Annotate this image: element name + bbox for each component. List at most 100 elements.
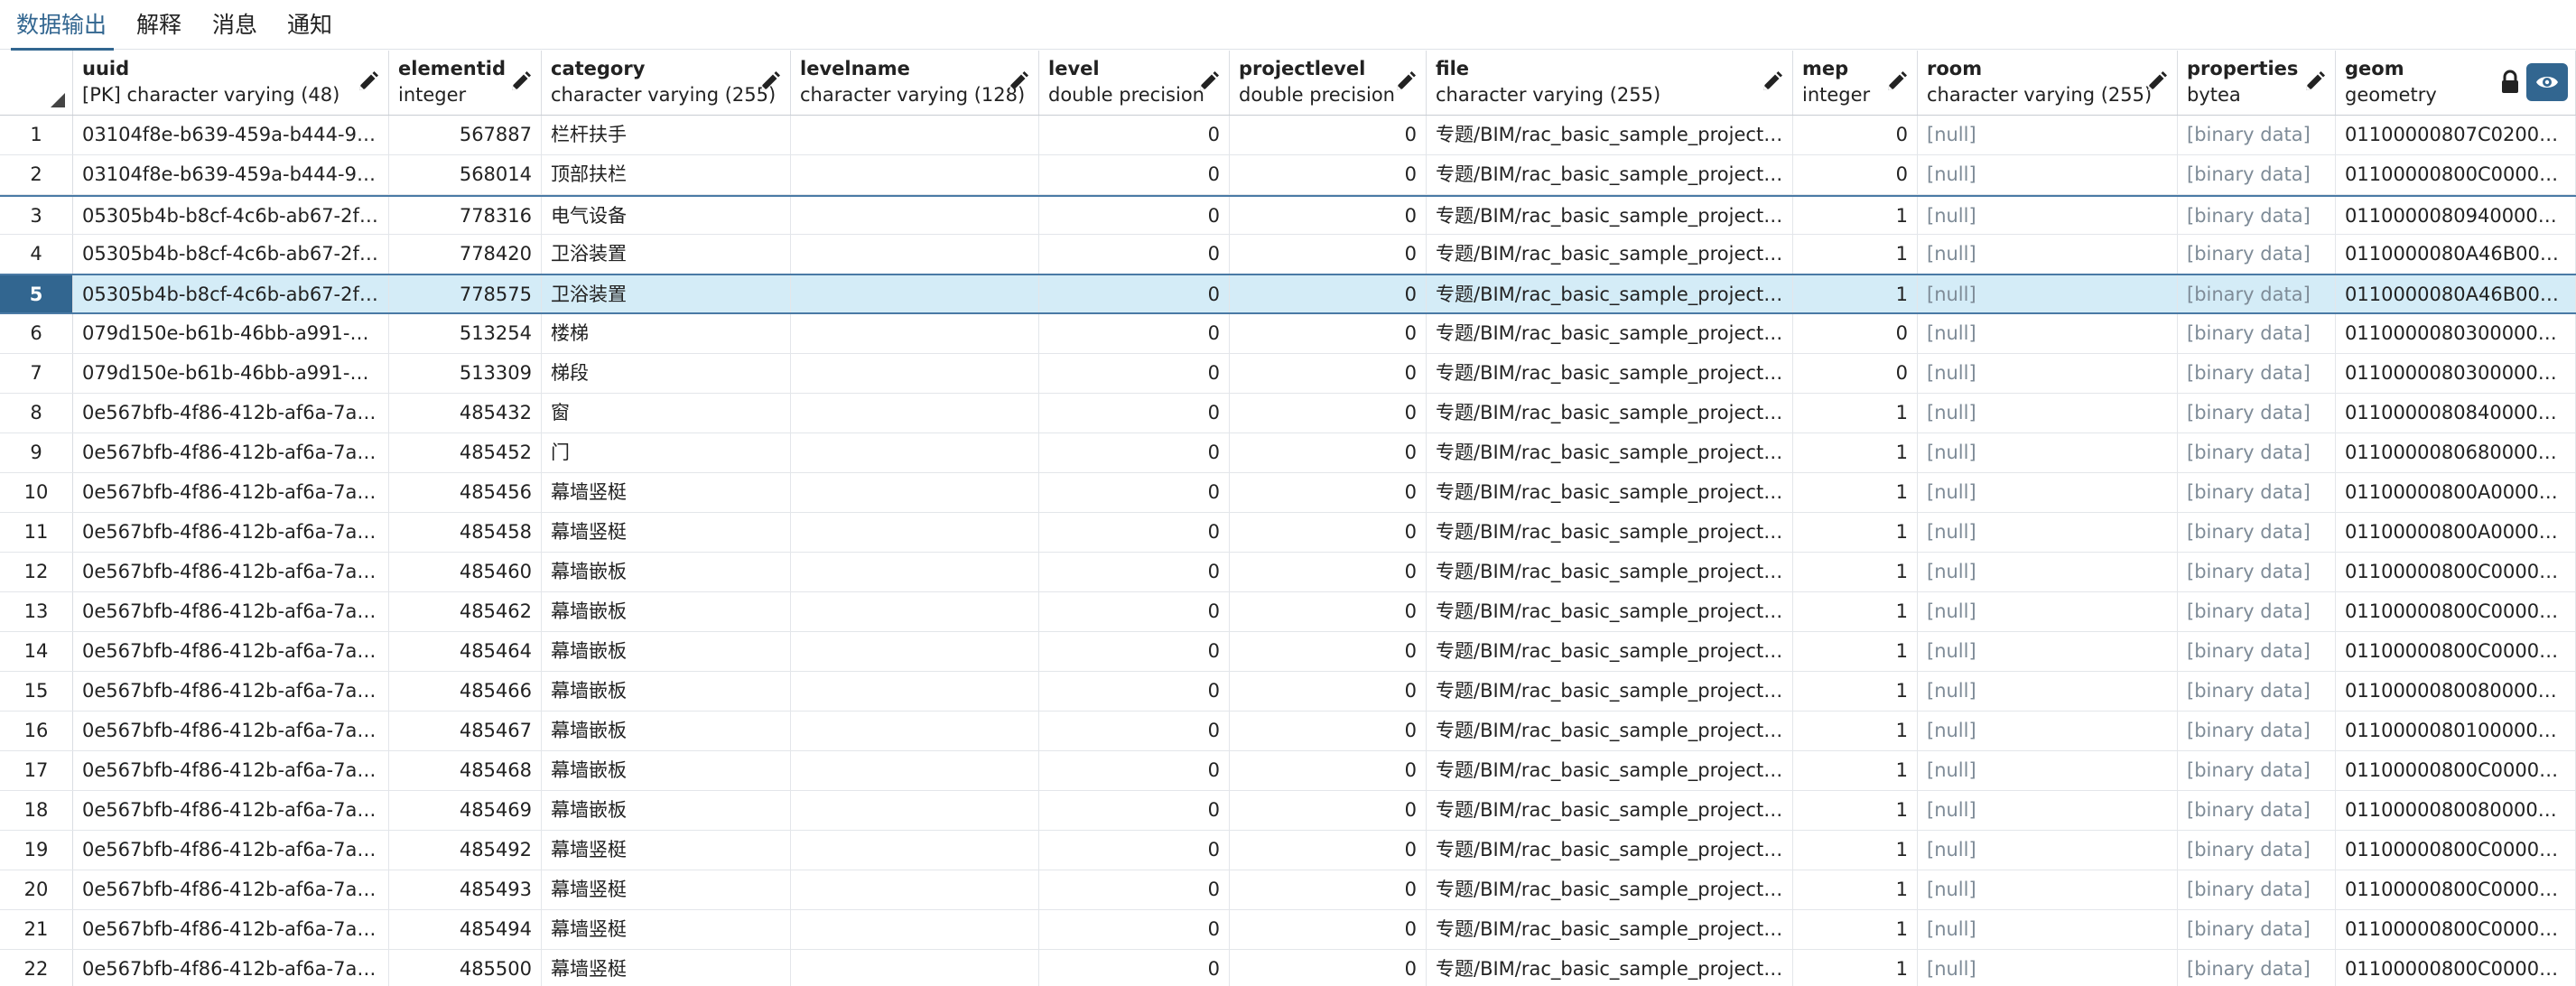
row-number[interactable]: 7 bbox=[0, 354, 73, 393]
column-header-level[interactable]: level double precision bbox=[1039, 51, 1230, 115]
row-number[interactable]: 17 bbox=[0, 751, 73, 790]
cell-geom[interactable]: 0110000080300000001… bbox=[2336, 354, 2576, 393]
cell-level[interactable]: 0 bbox=[1039, 354, 1230, 393]
table-row[interactable]: 14 0e567bfb-4f86-412b-af6a-7a1cdb… 485464 幕… bbox=[0, 632, 2576, 672]
cell-elementid[interactable]: 778575 bbox=[389, 275, 542, 312]
select-all-corner[interactable] bbox=[0, 51, 73, 115]
cell-projectlevel[interactable]: 0 bbox=[1230, 197, 1427, 234]
cell-properties[interactable]: [binary data] bbox=[2178, 870, 2336, 909]
cell-geom[interactable]: 01100000800C0000000… bbox=[2336, 950, 2576, 986]
cell-category[interactable]: 幕墙嵌板 bbox=[542, 553, 791, 591]
tab-explain[interactable]: 解释 bbox=[136, 0, 181, 50]
row-number[interactable]: 15 bbox=[0, 672, 73, 711]
cell-uuid[interactable]: 0e567bfb-4f86-412b-af6a-7a1cdb… bbox=[73, 910, 389, 949]
cell-file[interactable]: 专题/BIM/rac_basic_sample_project.rvt bbox=[1427, 235, 1793, 274]
cell-levelname[interactable] bbox=[791, 712, 1039, 750]
cell-mep[interactable]: 0 bbox=[1793, 314, 1918, 353]
table-row[interactable]: 405305b4b-b8cf-4c6b-ab67-2f5e12…778420卫浴… bbox=[0, 235, 2576, 274]
cell-room[interactable]: [null] bbox=[1918, 672, 2178, 711]
cell-room[interactable]: [null] bbox=[1918, 197, 2178, 234]
cell-geom[interactable]: 01100000800C0000000… bbox=[2336, 155, 2576, 194]
cell-properties[interactable]: [binary data] bbox=[2178, 314, 2336, 353]
tab-messages[interactable]: 消息 bbox=[212, 0, 257, 50]
cell-category[interactable]: 幕墙嵌板 bbox=[542, 712, 791, 750]
cell-category[interactable]: 幕墙竖梃 bbox=[542, 910, 791, 949]
cell-levelname[interactable] bbox=[791, 592, 1039, 631]
cell-properties[interactable]: [binary data] bbox=[2178, 513, 2336, 552]
cell-file[interactable]: 专题/BIM/rac_basic_sample_project.rvt bbox=[1427, 197, 1793, 234]
cell-file[interactable]: 专题/BIM/rac_basic_sample_project.rvt bbox=[1427, 513, 1793, 552]
cell-levelname[interactable] bbox=[791, 433, 1039, 472]
cell-category[interactable]: 窗 bbox=[542, 394, 791, 433]
pencil-icon[interactable] bbox=[1760, 70, 1783, 94]
cell-projectlevel[interactable]: 0 bbox=[1230, 354, 1427, 393]
cell-room[interactable]: [null] bbox=[1918, 950, 2178, 986]
cell-properties[interactable]: [binary data] bbox=[2178, 433, 2336, 472]
cell-file[interactable]: 专题/BIM/rac_basic_sample_project.rvt bbox=[1427, 553, 1793, 591]
cell-uuid[interactable]: 03104f8e-b639-459a-b444-95f82f… bbox=[73, 155, 389, 194]
cell-category[interactable]: 卫浴装置 bbox=[542, 235, 791, 274]
cell-elementid[interactable]: 485458 bbox=[389, 513, 542, 552]
cell-projectlevel[interactable]: 0 bbox=[1230, 394, 1427, 433]
cell-projectlevel[interactable]: 0 bbox=[1230, 831, 1427, 870]
cell-uuid[interactable]: 0e567bfb-4f86-412b-af6a-7a1cdb… bbox=[73, 831, 389, 870]
cell-level[interactable]: 0 bbox=[1039, 791, 1230, 830]
cell-mep[interactable]: 1 bbox=[1793, 632, 1918, 671]
cell-level[interactable]: 0 bbox=[1039, 433, 1230, 472]
table-row[interactable]: 19 0e567bfb-4f86-412b-af6a-7a1cdb… 485492 幕… bbox=[0, 831, 2576, 870]
cell-properties[interactable]: [binary data] bbox=[2178, 116, 2336, 154]
cell-geom[interactable]: 0110000080680000001… bbox=[2336, 433, 2576, 472]
cell-geom[interactable]: 01100000807C0200000… bbox=[2336, 116, 2576, 154]
cell-elementid[interactable]: 485468 bbox=[389, 751, 542, 790]
pencil-icon[interactable] bbox=[758, 70, 781, 94]
tab-data-output[interactable]: 数据输出 bbox=[10, 0, 115, 51]
tab-notifications[interactable]: 通知 bbox=[287, 0, 332, 50]
pencil-icon[interactable] bbox=[1393, 70, 1417, 94]
cell-geom[interactable]: 0110000080A46B00000… bbox=[2336, 235, 2576, 274]
cell-category[interactable]: 幕墙嵌板 bbox=[542, 791, 791, 830]
cell-room[interactable]: [null] bbox=[1918, 433, 2178, 472]
cell-level[interactable]: 0 bbox=[1039, 394, 1230, 433]
cell-projectlevel[interactable]: 0 bbox=[1230, 235, 1427, 274]
cell-file[interactable]: 专题/BIM/rac_basic_sample_project.rvt bbox=[1427, 632, 1793, 671]
cell-projectlevel[interactable]: 0 bbox=[1230, 592, 1427, 631]
row-number[interactable]: 6 bbox=[0, 314, 73, 353]
cell-uuid[interactable]: 0e567bfb-4f86-412b-af6a-7a1cdb… bbox=[73, 791, 389, 830]
cell-room[interactable]: [null] bbox=[1918, 831, 2178, 870]
table-row[interactable]: 21 0e567bfb-4f86-412b-af6a-7a1cdb… 485494 幕… bbox=[0, 910, 2576, 950]
cell-projectlevel[interactable]: 0 bbox=[1230, 513, 1427, 552]
cell-file[interactable]: 专题/BIM/rac_basic_sample_project.rvt bbox=[1427, 950, 1793, 986]
cell-level[interactable]: 0 bbox=[1039, 632, 1230, 671]
column-header-properties[interactable]: properties bytea bbox=[2178, 51, 2336, 115]
cell-level[interactable]: 0 bbox=[1039, 513, 1230, 552]
cell-category[interactable]: 幕墙嵌板 bbox=[542, 672, 791, 711]
cell-properties[interactable]: [binary data] bbox=[2178, 155, 2336, 194]
cell-mep[interactable]: 1 bbox=[1793, 553, 1918, 591]
row-number[interactable]: 3 bbox=[0, 197, 73, 234]
table-row[interactable]: 203104f8e-b639-459a-b444-95f82f…568014顶部… bbox=[0, 155, 2576, 195]
cell-category[interactable]: 幕墙竖梃 bbox=[542, 831, 791, 870]
cell-levelname[interactable] bbox=[791, 950, 1039, 986]
cell-projectlevel[interactable]: 0 bbox=[1230, 910, 1427, 949]
cell-mep[interactable]: 1 bbox=[1793, 394, 1918, 433]
cell-uuid[interactable]: 0e567bfb-4f86-412b-af6a-7a1cdb… bbox=[73, 751, 389, 790]
cell-elementid[interactable]: 485452 bbox=[389, 433, 542, 472]
cell-projectlevel[interactable]: 0 bbox=[1230, 950, 1427, 986]
cell-uuid[interactable]: 079d150e-b61b-46bb-a991-2bbcf… bbox=[73, 314, 389, 353]
cell-room[interactable]: [null] bbox=[1918, 116, 2178, 154]
cell-elementid[interactable]: 485464 bbox=[389, 632, 542, 671]
cell-file[interactable]: 专题/BIM/rac_basic_sample_project.rvt bbox=[1427, 433, 1793, 472]
cell-elementid[interactable]: 485456 bbox=[389, 473, 542, 512]
table-row[interactable]: 103104f8e-b639-459a-b444-95f82f…567887栏杆… bbox=[0, 116, 2576, 155]
row-number[interactable]: 19 bbox=[0, 831, 73, 870]
cell-level[interactable]: 0 bbox=[1039, 275, 1230, 312]
cell-properties[interactable]: [binary data] bbox=[2178, 592, 2336, 631]
cell-properties[interactable]: [binary data] bbox=[2178, 672, 2336, 711]
cell-mep[interactable]: 1 bbox=[1793, 712, 1918, 750]
cell-uuid[interactable]: 0e567bfb-4f86-412b-af6a-7a1cdb… bbox=[73, 672, 389, 711]
cell-properties[interactable]: [binary data] bbox=[2178, 791, 2336, 830]
cell-uuid[interactable]: 0e567bfb-4f86-412b-af6a-7a1cdb… bbox=[73, 592, 389, 631]
cell-geom[interactable]: 0110000080300000001… bbox=[2336, 314, 2576, 353]
cell-file[interactable]: 专题/BIM/rac_basic_sample_project.rvt bbox=[1427, 592, 1793, 631]
cell-projectlevel[interactable]: 0 bbox=[1230, 433, 1427, 472]
